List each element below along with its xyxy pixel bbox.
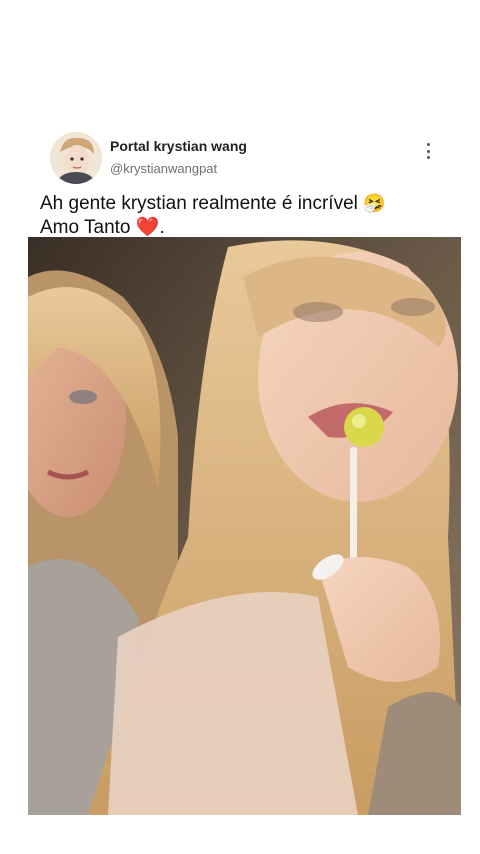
caption-text-1: Ah gente krystian realmente é incrível xyxy=(40,193,358,214)
post-caption: Ah gente krystian realmente é incrível 🤧… xyxy=(40,191,460,240)
caption-text-2: Amo Tanto xyxy=(40,217,131,238)
red-heart-emoji: ❤️ xyxy=(135,217,160,238)
more-dot xyxy=(426,156,430,159)
author-handle[interactable]: @krystianwangpat xyxy=(110,161,217,176)
more-vertical-icon[interactable] xyxy=(420,140,436,162)
more-dot xyxy=(426,143,430,146)
post-header: Portal krystian wang @krystianwangpat xyxy=(50,132,450,188)
caption-line-1: Ah gente krystian realmente é incrível 🤧 xyxy=(40,191,460,216)
more-dot xyxy=(426,149,430,153)
avatar[interactable] xyxy=(50,132,102,184)
caption-period: . xyxy=(159,217,165,238)
author-name[interactable]: Portal krystian wang xyxy=(110,138,247,154)
post-photo[interactable] xyxy=(28,237,461,815)
sneezing-face-emoji: 🤧 xyxy=(363,193,386,213)
